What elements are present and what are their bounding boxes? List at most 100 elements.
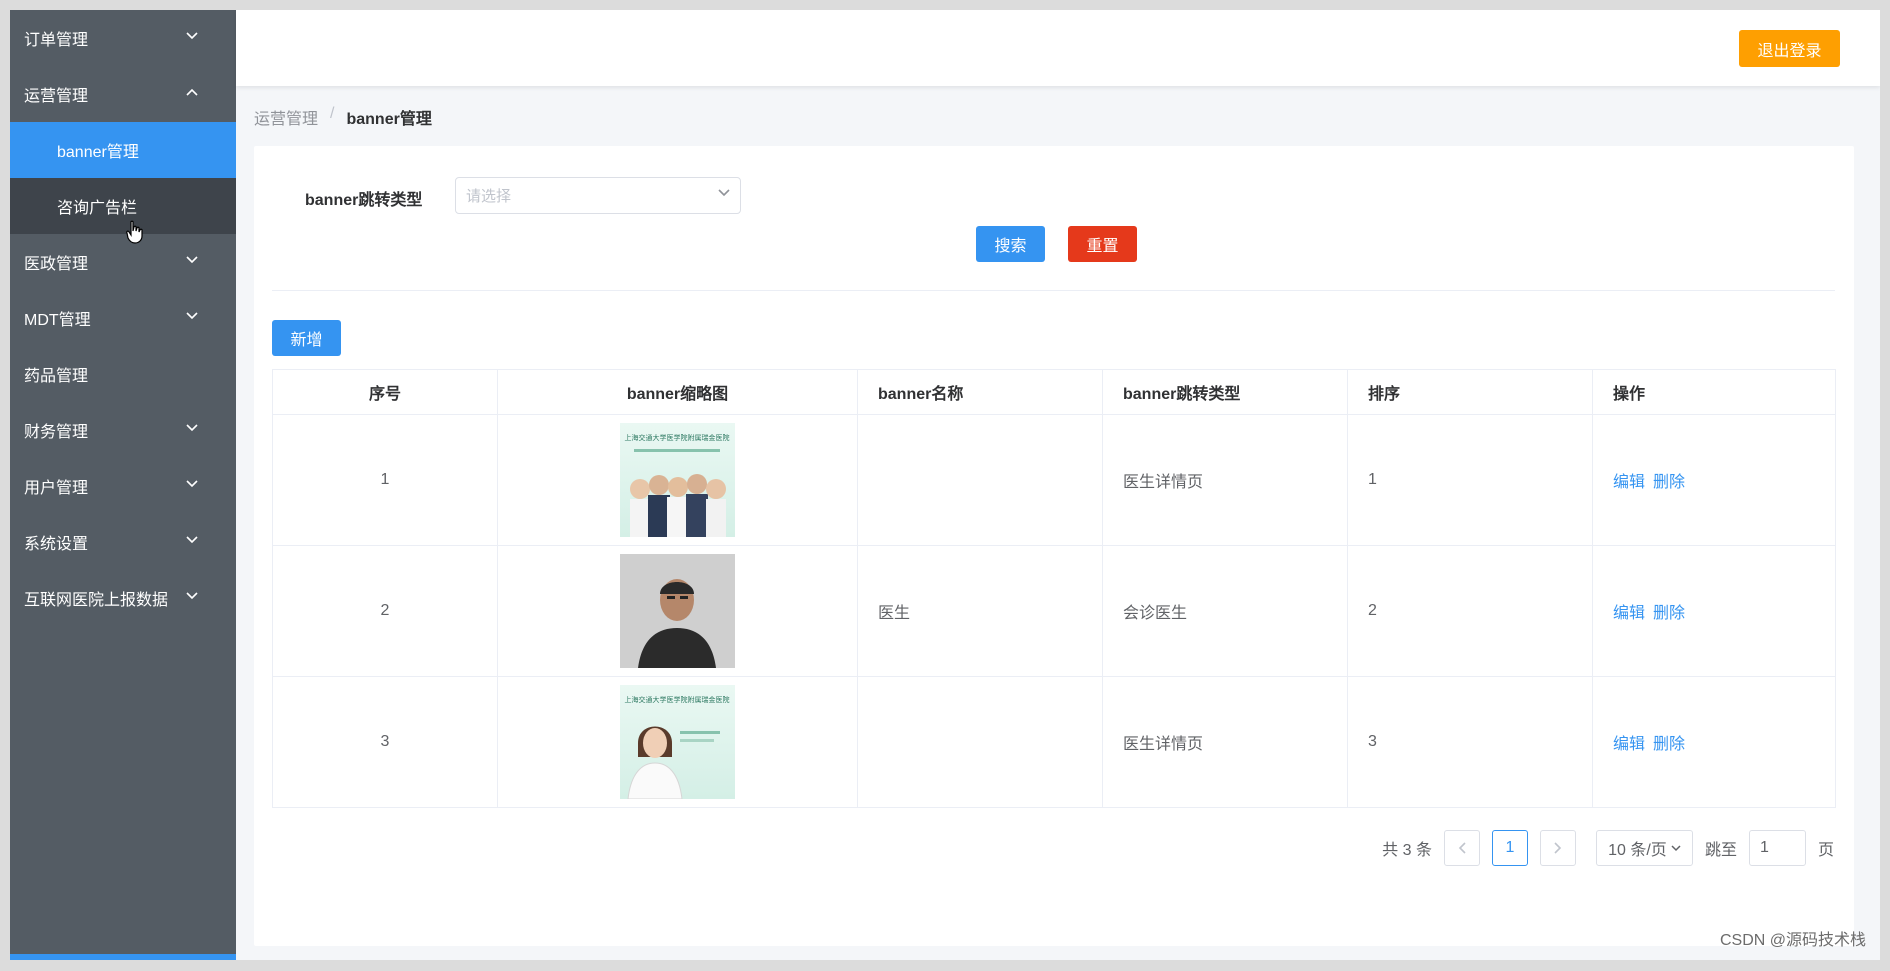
sidebar-item-settings[interactable]: 系统设置 [10, 514, 236, 570]
breadcrumb-separator: / [330, 105, 335, 122]
sidebar-item-report-data[interactable]: 互联网医院上报数据 [10, 570, 236, 626]
sidebar-item-label: 咨询广告栏 [57, 200, 138, 217]
page-size-select[interactable]: 10 条/页 [1595, 830, 1693, 866]
cell-name [857, 414, 1103, 546]
table-header-row: 序号 banner缩略图 banner名称 banner跳转类型 排序 操作 [272, 369, 1836, 415]
sidebar-item-label: banner管理 [57, 144, 139, 161]
cell-actions: 编辑 删除 [1592, 676, 1836, 808]
sidebar: 订单管理 运营管理 banner管理 咨询广告栏 医政管理 MDT管理 药品管理… [10, 10, 286, 960]
page-jump-input[interactable] [1748, 830, 1806, 866]
chevron-down-icon [718, 189, 730, 197]
col-header-index: 序号 [272, 369, 498, 415]
table-row: 3 上海交通大学医学院附属瑞金医院 医生详情页 3 编辑 删除 [272, 676, 1836, 808]
top-header: 退出登录 [236, 10, 1880, 86]
sidebar-item-finance[interactable]: 财务管理 [10, 402, 236, 458]
chevron-down-icon [186, 424, 198, 432]
cell-actions: 编辑 删除 [1592, 545, 1836, 677]
thumb-caption: 上海交通大学医学院附属瑞金医院 [625, 695, 730, 704]
prev-page-button[interactable] [1443, 830, 1480, 866]
cell-index: 1 [272, 414, 498, 546]
col-header-name: banner名称 [857, 369, 1103, 415]
cell-sort: 1 [1347, 414, 1593, 546]
cell-index: 2 [272, 545, 498, 677]
col-header-actions: 操作 [1592, 369, 1836, 415]
next-page-button[interactable] [1539, 830, 1576, 866]
chevron-down-icon [186, 256, 198, 264]
sidebar-item-label: 系统设置 [24, 536, 89, 553]
cell-index: 3 [272, 676, 498, 808]
page-size-value: 10 条/页 [1608, 842, 1667, 859]
search-button[interactable]: 搜索 [976, 226, 1045, 262]
chevron-down-icon [186, 592, 198, 600]
sidebar-item-label: 医政管理 [24, 256, 89, 273]
jump-type-select[interactable]: 请选择 [455, 177, 741, 214]
hand-cursor-icon [126, 220, 143, 244]
chevron-down-icon [186, 312, 198, 320]
sidebar-item-banner[interactable]: banner管理 [10, 122, 236, 178]
doctors-group-image: 上海交通大学医学院附属瑞金医院 [625, 433, 730, 537]
cell-jump-type: 会诊医生 [1102, 545, 1348, 677]
col-header-jump-type: banner跳转类型 [1102, 369, 1348, 415]
sidebar-item-label: 财务管理 [24, 424, 89, 441]
delete-link[interactable]: 删除 [1653, 474, 1685, 491]
chevron-down-icon [186, 32, 198, 40]
table-row: 2 医生 会诊医生 2 编辑 删除 [272, 545, 1836, 677]
pagination: 共 3 条 1 10 条/页 跳至 页 [1382, 830, 1834, 866]
app-window: 订单管理 运营管理 banner管理 咨询广告栏 医政管理 MDT管理 药品管理… [10, 10, 1880, 960]
cell-jump-type: 医生详情页 [1102, 414, 1348, 546]
cell-sort: 2 [1347, 545, 1593, 677]
sidebar-item-mdt[interactable]: MDT管理 [10, 290, 236, 346]
cell-jump-type: 医生详情页 [1102, 676, 1348, 808]
cell-actions: 编辑 删除 [1592, 414, 1836, 546]
sidebar-item-drugs[interactable]: 药品管理 [10, 346, 236, 402]
cell-name [857, 676, 1103, 808]
col-header-sort: 排序 [1347, 369, 1593, 415]
breadcrumb-parent[interactable]: 运营管理 [254, 105, 318, 129]
page-suffix: 页 [1817, 842, 1834, 859]
select-placeholder: 请选择 [466, 188, 512, 205]
watermark: CSDN @源码技术栈 [1719, 932, 1866, 949]
table-row: 1 上海交通大学医学院附属瑞金医院 医生详情页 1 编辑 删除 [272, 414, 1836, 546]
sidebar-item-operations[interactable]: 运营管理 [10, 66, 236, 122]
chevron-right-icon [1554, 842, 1562, 854]
chevron-down-icon [1671, 844, 1681, 851]
sidebar-item-medical-admin[interactable]: 医政管理 [10, 234, 236, 290]
content-card: banner跳转类型 请选择 搜索 重置 新增 序号 banner缩略图 ban… [254, 146, 1854, 946]
sidebar-item-label: 用户管理 [24, 480, 89, 497]
banner-thumbnail[interactable]: 上海交通大学医学院附属瑞金医院 [620, 685, 735, 799]
sidebar-item-orders[interactable]: 订单管理 [10, 10, 236, 66]
sidebar-item-users[interactable]: 用户管理 [10, 458, 236, 514]
delete-link[interactable]: 删除 [1653, 736, 1685, 753]
edit-link[interactable]: 编辑 [1613, 605, 1645, 622]
sidebar-item-label: 运营管理 [24, 88, 89, 105]
chevron-up-icon [186, 88, 198, 96]
main-content: 退出登录 运营管理 / banner管理 banner跳转类型 请选择 搜索 重… [236, 10, 1880, 960]
banner-table: 序号 banner缩略图 banner名称 banner跳转类型 排序 操作 1 [272, 369, 1836, 808]
reset-button[interactable]: 重置 [1068, 226, 1137, 262]
breadcrumb: 运营管理 / banner管理 [254, 105, 432, 129]
female-doctor-image: 上海交通大学医学院附属瑞金医院 [625, 695, 730, 799]
divider [272, 290, 1835, 291]
sidebar-item-consult-ads[interactable]: 咨询广告栏 [10, 178, 236, 234]
banner-thumbnail[interactable] [620, 554, 735, 668]
jump-label: 跳至 [1704, 842, 1737, 859]
edit-link[interactable]: 编辑 [1613, 474, 1645, 491]
chevron-left-icon [1458, 842, 1466, 854]
cell-thumb: 上海交通大学医学院附属瑞金医院 [497, 414, 858, 546]
sidebar-item-label: 互联网医院上报数据 [24, 592, 169, 609]
cell-sort: 3 [1347, 676, 1593, 808]
page-number-current[interactable]: 1 [1491, 830, 1528, 866]
chevron-down-icon [186, 536, 198, 544]
add-button[interactable]: 新增 [272, 320, 341, 356]
edit-link[interactable]: 编辑 [1613, 736, 1645, 753]
logout-button[interactable]: 退出登录 [1739, 30, 1840, 67]
delete-link[interactable]: 删除 [1653, 605, 1685, 622]
col-header-thumb: banner缩略图 [497, 369, 858, 415]
sidebar-item-label: MDT管理 [24, 312, 91, 329]
cell-thumb [497, 545, 858, 677]
pagination-total: 共 3 条 [1382, 842, 1432, 859]
filter-label-jump-type: banner跳转类型 [305, 192, 423, 209]
banner-thumbnail[interactable]: 上海交通大学医学院附属瑞金医院 [620, 423, 735, 537]
doctor-portrait-image [620, 554, 735, 668]
cell-thumb: 上海交通大学医学院附属瑞金医院 [497, 676, 858, 808]
